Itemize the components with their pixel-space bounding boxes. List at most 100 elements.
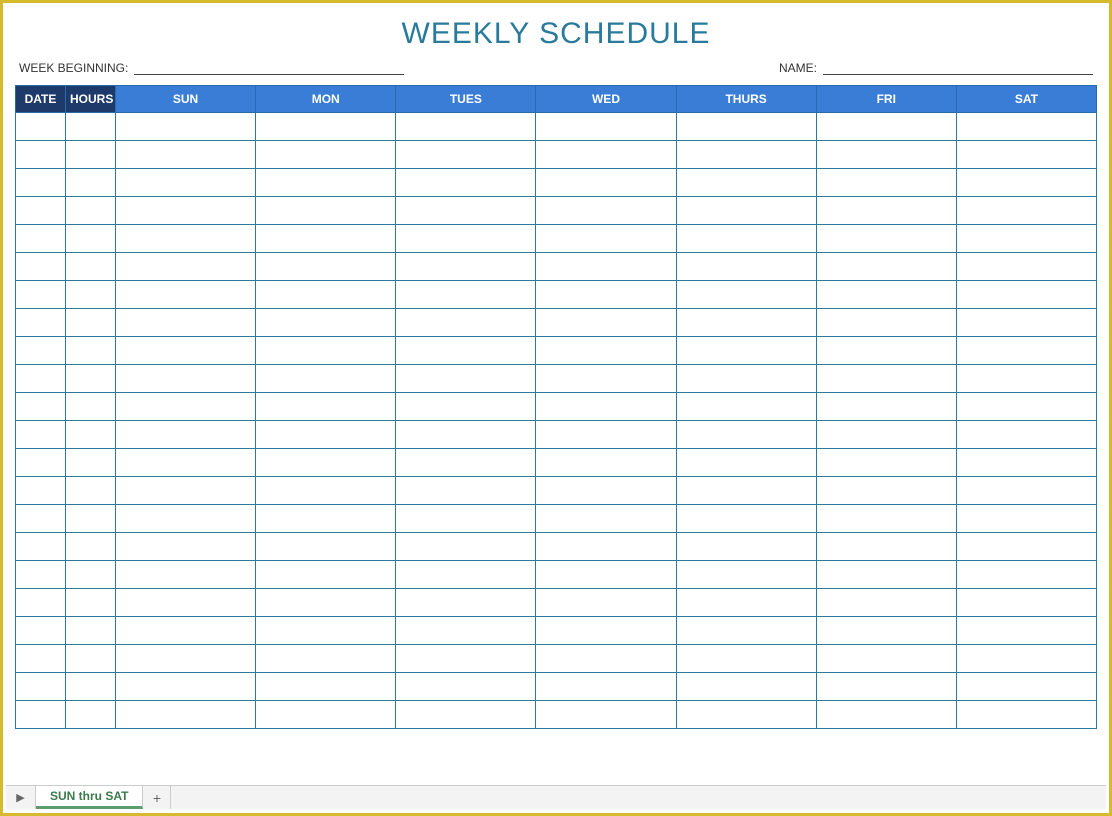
cell[interactable]: [66, 225, 116, 253]
cell[interactable]: [16, 673, 66, 701]
cell[interactable]: [66, 309, 116, 337]
cell[interactable]: [66, 393, 116, 421]
cell[interactable]: [16, 197, 66, 225]
cell[interactable]: [956, 589, 1096, 617]
cell[interactable]: [676, 309, 816, 337]
cell[interactable]: [536, 281, 676, 309]
cell[interactable]: [536, 337, 676, 365]
cell[interactable]: [256, 337, 396, 365]
cell[interactable]: [256, 393, 396, 421]
cell[interactable]: [396, 673, 536, 701]
cell[interactable]: [816, 477, 956, 505]
cell[interactable]: [676, 393, 816, 421]
cell[interactable]: [816, 365, 956, 393]
cell[interactable]: [256, 113, 396, 141]
cell[interactable]: [256, 253, 396, 281]
cell[interactable]: [116, 589, 256, 617]
cell[interactable]: [536, 421, 676, 449]
cell[interactable]: [116, 113, 256, 141]
cell[interactable]: [116, 393, 256, 421]
cell[interactable]: [676, 449, 816, 477]
cell[interactable]: [536, 477, 676, 505]
cell[interactable]: [536, 365, 676, 393]
cell[interactable]: [116, 673, 256, 701]
cell[interactable]: [116, 449, 256, 477]
cell[interactable]: [816, 561, 956, 589]
cell[interactable]: [676, 673, 816, 701]
cell[interactable]: [956, 225, 1096, 253]
cell[interactable]: [396, 169, 536, 197]
cell[interactable]: [256, 701, 396, 729]
cell[interactable]: [256, 141, 396, 169]
cell[interactable]: [116, 365, 256, 393]
cell[interactable]: [66, 113, 116, 141]
cell[interactable]: [816, 169, 956, 197]
cell[interactable]: [66, 617, 116, 645]
cell[interactable]: [66, 561, 116, 589]
cell[interactable]: [256, 197, 396, 225]
cell[interactable]: [116, 533, 256, 561]
name-input-line[interactable]: [823, 61, 1093, 75]
cell[interactable]: [956, 701, 1096, 729]
cell[interactable]: [396, 113, 536, 141]
cell[interactable]: [256, 477, 396, 505]
cell[interactable]: [256, 617, 396, 645]
cell[interactable]: [816, 421, 956, 449]
cell[interactable]: [816, 589, 956, 617]
cell[interactable]: [816, 449, 956, 477]
cell[interactable]: [816, 533, 956, 561]
cell[interactable]: [66, 533, 116, 561]
cell[interactable]: [116, 421, 256, 449]
cell[interactable]: [816, 225, 956, 253]
cell[interactable]: [536, 645, 676, 673]
cell[interactable]: [16, 309, 66, 337]
cell[interactable]: [396, 645, 536, 673]
cell[interactable]: [256, 589, 396, 617]
cell[interactable]: [816, 393, 956, 421]
cell[interactable]: [66, 449, 116, 477]
cell[interactable]: [536, 309, 676, 337]
cell[interactable]: [536, 197, 676, 225]
sheet-nav-button[interactable]: ▶: [6, 786, 36, 809]
cell[interactable]: [536, 561, 676, 589]
cell[interactable]: [16, 169, 66, 197]
cell[interactable]: [66, 169, 116, 197]
cell[interactable]: [116, 281, 256, 309]
cell[interactable]: [66, 589, 116, 617]
cell[interactable]: [956, 113, 1096, 141]
cell[interactable]: [116, 141, 256, 169]
cell[interactable]: [66, 477, 116, 505]
cell[interactable]: [16, 449, 66, 477]
cell[interactable]: [676, 365, 816, 393]
cell[interactable]: [956, 505, 1096, 533]
cell[interactable]: [956, 197, 1096, 225]
cell[interactable]: [536, 141, 676, 169]
cell[interactable]: [676, 253, 816, 281]
cell[interactable]: [536, 253, 676, 281]
cell[interactable]: [116, 225, 256, 253]
cell[interactable]: [396, 281, 536, 309]
cell[interactable]: [66, 253, 116, 281]
cell[interactable]: [676, 505, 816, 533]
cell[interactable]: [396, 253, 536, 281]
cell[interactable]: [66, 197, 116, 225]
cell[interactable]: [816, 281, 956, 309]
cell[interactable]: [256, 309, 396, 337]
cell[interactable]: [66, 141, 116, 169]
cell[interactable]: [536, 673, 676, 701]
cell[interactable]: [816, 113, 956, 141]
cell[interactable]: [676, 533, 816, 561]
cell[interactable]: [16, 253, 66, 281]
cell[interactable]: [16, 533, 66, 561]
cell[interactable]: [956, 281, 1096, 309]
cell[interactable]: [256, 421, 396, 449]
cell[interactable]: [676, 197, 816, 225]
cell[interactable]: [16, 589, 66, 617]
cell[interactable]: [16, 337, 66, 365]
cell[interactable]: [816, 673, 956, 701]
cell[interactable]: [66, 673, 116, 701]
cell[interactable]: [396, 617, 536, 645]
cell[interactable]: [816, 505, 956, 533]
cell[interactable]: [956, 645, 1096, 673]
cell[interactable]: [66, 281, 116, 309]
